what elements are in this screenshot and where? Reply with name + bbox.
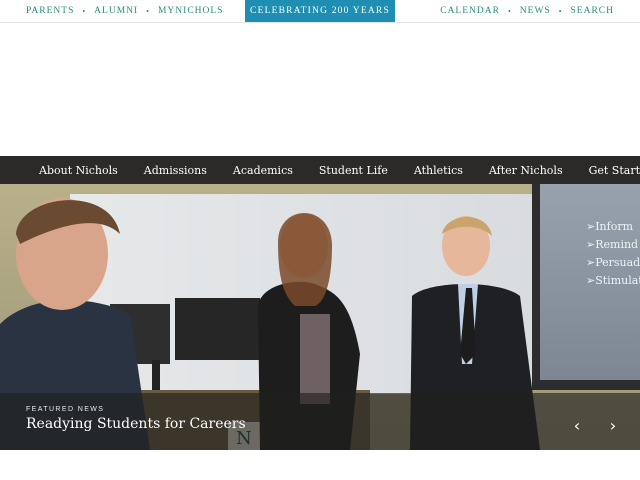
nav-item-admissions[interactable]: Admissions	[144, 164, 207, 177]
utility-nav-right: CALENDAR • NEWS • SEARCH	[440, 0, 614, 22]
nav-item-academics[interactable]: Academics	[233, 164, 293, 177]
utility-link-calendar[interactable]: CALENDAR	[440, 6, 500, 16]
utility-link-alumni[interactable]: ALUMNI	[94, 6, 138, 16]
featured-headline[interactable]: Readying Students for Careers	[26, 416, 246, 432]
featured-news-label: FEATURED NEWS	[26, 406, 105, 413]
student-center-hair	[278, 213, 332, 306]
utility-link-search[interactable]: SEARCH	[571, 6, 614, 16]
utility-link-news[interactable]: NEWS	[520, 6, 551, 16]
separator-dot: •	[507, 6, 512, 16]
separator-dot: •	[146, 6, 150, 16]
screen-bullet-3: ➢Persuade	[586, 256, 640, 269]
monitor-right	[175, 298, 260, 360]
utility-link-mynichols[interactable]: MYNICHOLS	[158, 6, 223, 16]
student-center-top	[300, 314, 330, 404]
nav-item-student-life[interactable]: Student Life	[319, 164, 388, 177]
nav-item-get-started[interactable]: Get Started	[589, 164, 640, 177]
main-nav: About Nichols Admissions Academics Stude…	[0, 156, 640, 184]
chevron-right-icon[interactable]: ›	[604, 417, 622, 435]
screen-bullet-2: ➢Remind	[586, 238, 638, 251]
screen-bullet-4: ➢Stimulate	[586, 274, 640, 287]
chevron-left-icon[interactable]: ‹	[568, 417, 586, 435]
nav-item-after-nichols[interactable]: After Nichols	[489, 164, 563, 177]
celebrating-200-years-banner[interactable]: CELEBRATING 200 YEARS	[245, 0, 395, 22]
separator-dot: •	[82, 6, 87, 16]
nav-item-about-nichols[interactable]: About Nichols	[39, 164, 118, 177]
utility-nav-left: PARENTS • ALUMNI • MYNICHOLS	[26, 0, 223, 22]
separator-dot: •	[558, 6, 563, 16]
nav-item-athletics[interactable]: Athletics	[414, 164, 463, 177]
screen-bullet-1: ➢Inform	[586, 220, 634, 233]
utility-link-parents[interactable]: PARENTS	[26, 6, 74, 16]
